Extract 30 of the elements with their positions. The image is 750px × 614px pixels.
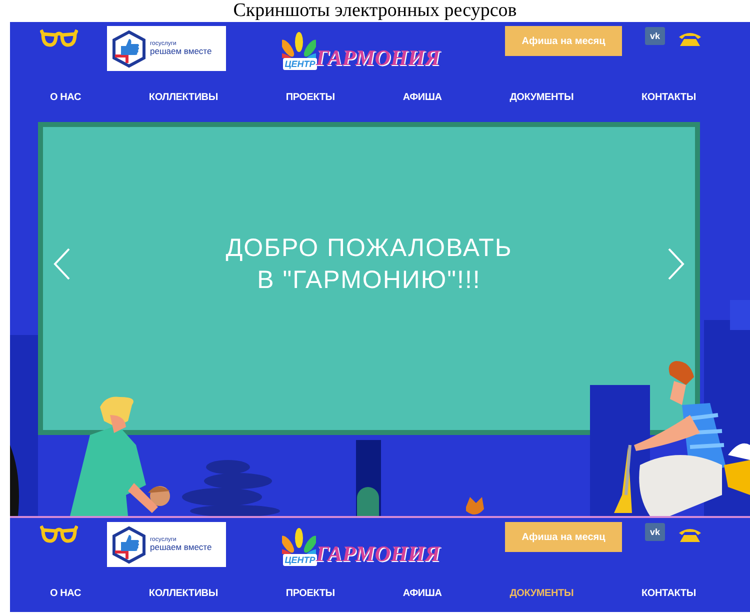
nav-link[interactable]: КОНТАКТЫ	[641, 90, 696, 105]
phone-icon[interactable]	[678, 526, 702, 543]
fan-icon	[282, 526, 316, 554]
thumbs-up-icon	[111, 30, 147, 68]
social-link[interactable]: vk	[645, 523, 665, 541]
logo-prefix: ЦЕНТР	[282, 58, 318, 70]
nav-link[interactable]: О НАС	[50, 586, 81, 600]
nav-link[interactable]: АФИША	[402, 586, 442, 600]
nav-link[interactable]: АФИША	[402, 90, 442, 105]
social-link[interactable]: vk	[645, 27, 665, 45]
nav-link[interactable]: ДОКУМЕНТЫ	[510, 586, 574, 600]
nav-link[interactable]: ПРОЕКТЫ	[286, 90, 335, 105]
phone-icon[interactable]	[678, 30, 702, 47]
banner-title: ДОБРО ПОЖАЛОВАТЬ В "ГАРМОНИЮ"!!!	[226, 232, 512, 296]
nav-link[interactable]: О НАС	[50, 90, 81, 105]
glasses-icon[interactable]	[40, 524, 78, 544]
logo-title: ГАРМОНИЯ	[316, 542, 440, 566]
nav-link[interactable]: КОЛЛЕКТИВЫ	[148, 586, 218, 600]
page-caption: Скриншоты электронных ресурсов	[232, 0, 518, 22]
logo-slogan: решаем вместе	[150, 46, 212, 56]
fan-icon	[282, 30, 316, 58]
nav-link[interactable]: КОНТАКТЫ	[641, 586, 696, 600]
nav-link[interactable]: ПРОЕКТЫ	[286, 586, 335, 600]
nav-link[interactable]: КОЛЛЕКТИВЫ	[148, 90, 218, 105]
nav-link[interactable]: ДОКУМЕНТЫ	[510, 90, 574, 105]
logo-slogan: решаем вместе	[150, 542, 212, 552]
logo-prefix: ЦЕНТР	[282, 554, 318, 566]
logo-title: ГАРМОНИЯ	[316, 46, 440, 70]
thumbs-up-icon	[111, 526, 147, 564]
glasses-icon[interactable]	[40, 28, 78, 48]
